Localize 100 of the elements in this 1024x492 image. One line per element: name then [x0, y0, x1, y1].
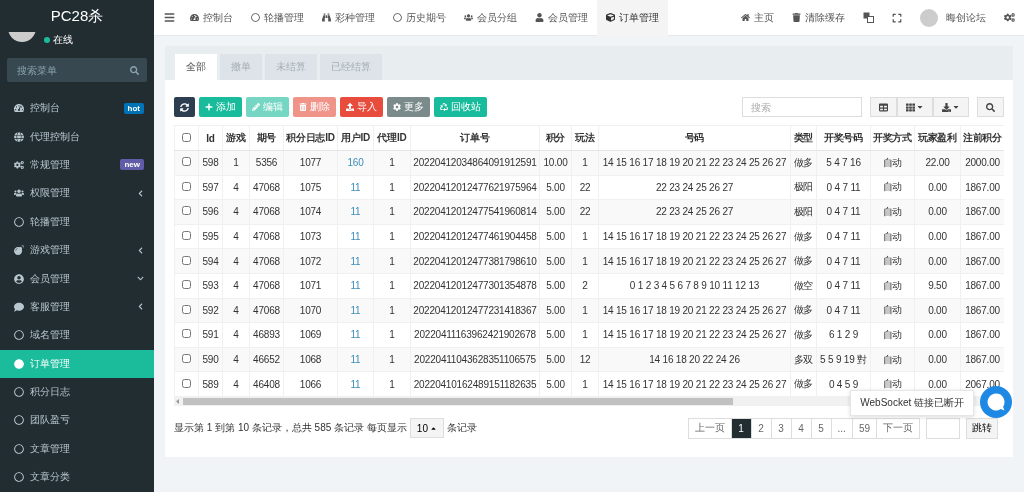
row-checkbox[interactable]: [182, 206, 191, 216]
column-header[interactable]: 订单号: [410, 125, 540, 151]
page-button[interactable]: 5: [810, 417, 832, 439]
table-cell: 22: [571, 175, 599, 200]
select-all-checkbox[interactable]: [182, 132, 191, 142]
column-header[interactable]: 注前积分: [960, 125, 1004, 151]
nav-tab-label: 会员分组: [477, 10, 517, 25]
refresh-button[interactable]: [174, 97, 195, 117]
sidebar-item[interactable]: 团队盈亏: [0, 406, 154, 435]
column-header[interactable]: Id: [198, 125, 223, 151]
column-header[interactable]: 游戏: [222, 125, 250, 151]
column-header[interactable]: 积分日志ID: [283, 125, 338, 151]
sidebar-item[interactable]: 文章分类: [0, 463, 154, 492]
table-cell: 极阳: [790, 175, 817, 200]
table-cell: 0 4 7 11: [816, 248, 871, 274]
page-jump-field[interactable]: [926, 417, 960, 439]
column-header[interactable]: 代理ID: [373, 125, 411, 151]
nav-tab[interactable]: 会员管理: [526, 0, 597, 36]
sidebar-item[interactable]: 权限管理: [0, 179, 154, 208]
table-cell: 0 4 7 11: [816, 298, 871, 323]
menu-search-box[interactable]: 搜索菜单: [7, 58, 147, 82]
nav-tab[interactable]: 轮播管理: [242, 0, 313, 36]
row-checkbox[interactable]: [182, 181, 191, 191]
user-id-link[interactable]: 11: [337, 224, 374, 249]
page-button[interactable]: 59: [851, 417, 877, 439]
nav-tab[interactable]: 订单管理: [597, 0, 668, 36]
row-checkbox[interactable]: [182, 157, 191, 167]
columns-button[interactable]: [897, 97, 933, 117]
user-menu[interactable]: 晦创论坛: [911, 0, 995, 36]
settings-icon[interactable]: [1004, 12, 1015, 23]
user-id-link[interactable]: 160: [337, 150, 374, 176]
table-cell: 1: [373, 347, 411, 372]
row-checkbox[interactable]: [182, 378, 191, 388]
column-header[interactable]: 期号: [249, 125, 284, 151]
sidebar-item[interactable]: 客服管理: [0, 292, 154, 322]
search-field[interactable]: 搜索: [742, 97, 862, 117]
clear-cache-link[interactable]: 清除缓存: [783, 0, 854, 36]
table-cell: 0.00: [914, 248, 961, 274]
page-button[interactable]: 4: [790, 417, 812, 439]
menu-badge: hot: [123, 102, 144, 114]
toolbar-button[interactable]: 更多: [387, 97, 430, 117]
row-checkbox[interactable]: [182, 354, 191, 364]
user-id-link[interactable]: 11: [337, 273, 374, 299]
sidebar-item[interactable]: 游戏管理: [0, 235, 154, 265]
page-button[interactable]: 上一页: [687, 417, 732, 439]
search-button[interactable]: [977, 97, 1004, 117]
nav-tab[interactable]: 会员分组: [455, 0, 526, 36]
menu-icon[interactable]: [164, 12, 175, 23]
sidebar-item[interactable]: 文章管理: [0, 434, 154, 464]
fullscreen-icon[interactable]: [892, 12, 902, 23]
nav-tab[interactable]: 控制台: [181, 0, 242, 36]
user-id-link[interactable]: 11: [337, 298, 374, 323]
column-header[interactable]: 用户ID: [337, 125, 374, 151]
table-cell: 0 4 7 11: [816, 199, 871, 225]
nav-tab[interactable]: 历史期号: [384, 0, 455, 36]
sidebar-item[interactable]: 积分日志: [0, 377, 154, 407]
column-header[interactable]: 玩家盈利: [914, 125, 961, 151]
page-button[interactable]: 下一页: [876, 417, 920, 439]
row-checkbox[interactable]: [182, 329, 191, 339]
nav-tab[interactable]: 彩种管理: [313, 0, 384, 36]
tab[interactable]: 全部: [175, 54, 217, 80]
menu-search-field[interactable]: 搜索菜单: [15, 63, 115, 77]
column-header[interactable]: 类型: [790, 125, 817, 151]
user-id-link[interactable]: 11: [337, 322, 374, 348]
table-cell: 14 15 16 17 18 19 20 21 22 23 24 25 26 27: [598, 248, 791, 274]
toggle-view-button[interactable]: [870, 97, 897, 117]
page-button[interactable]: ...: [830, 417, 853, 439]
page-button[interactable]: 2: [750, 417, 772, 439]
chat-bubble-icon[interactable]: [980, 386, 1012, 418]
column-header[interactable]: 积分: [539, 125, 572, 151]
column-header[interactable]: 开奖号码: [816, 125, 871, 151]
sidebar-item[interactable]: 会员管理: [0, 264, 154, 293]
sidebar-item[interactable]: 控制台 hot: [0, 94, 154, 123]
table-cell: 4: [222, 347, 250, 372]
user-id-link[interactable]: 11: [337, 347, 374, 372]
user-id-link[interactable]: 11: [337, 371, 374, 397]
column-header[interactable]: 号码: [598, 125, 791, 151]
column-header[interactable]: 玩法: [571, 125, 599, 151]
search-icon[interactable]: [130, 65, 139, 75]
user-id-link[interactable]: 11: [337, 175, 374, 200]
row-checkbox[interactable]: [182, 255, 191, 265]
column-header[interactable]: 开奖方式: [870, 125, 915, 151]
toolbar-button[interactable]: 导入: [340, 97, 383, 117]
translate-icon[interactable]: [863, 12, 874, 23]
user-id-link[interactable]: 11: [337, 248, 374, 274]
jump-button[interactable]: 跳转: [966, 417, 998, 439]
page-button[interactable]: 1: [730, 417, 752, 439]
home-link[interactable]: 主页: [732, 0, 783, 36]
user-id-link[interactable]: 11: [337, 199, 374, 225]
row-checkbox[interactable]: [182, 280, 191, 290]
table-cell: 1066: [283, 371, 338, 397]
page-size-dropdown[interactable]: 10: [409, 418, 444, 439]
sidebar-item[interactable]: 常规管理 new: [0, 150, 154, 180]
row-checkbox[interactable]: [182, 304, 191, 314]
sidebar-item[interactable]: 代理控制台: [0, 122, 154, 151]
sidebar-item[interactable]: 域名管理: [0, 321, 154, 350]
export-button[interactable]: [933, 97, 969, 117]
page-button[interactable]: 3: [770, 417, 792, 439]
sidebar-item[interactable]: 轮播管理: [0, 207, 154, 236]
row-checkbox[interactable]: [182, 231, 191, 241]
